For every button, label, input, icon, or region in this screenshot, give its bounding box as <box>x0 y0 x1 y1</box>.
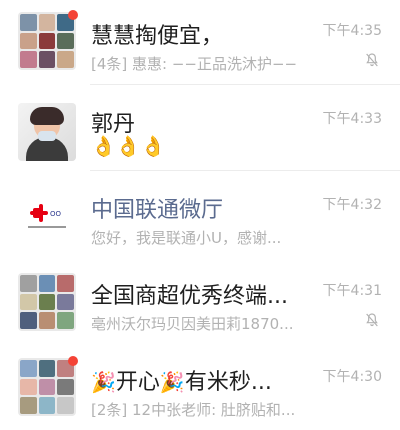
chat-preview: [2条] 12中张老师: 肚脐贴和... <box>91 401 296 419</box>
chat-preview: 您好，我是联通小U，感谢... <box>91 229 282 247</box>
row-divider <box>90 84 400 85</box>
chat-time: 下午4:31 <box>322 283 382 299</box>
chat-title: 🎉开心🎉有米秒... <box>91 364 272 396</box>
group-avatar <box>18 273 76 331</box>
china-unicom-logo: OO <box>18 186 76 244</box>
person-avatar <box>18 103 76 161</box>
chat-preview: [4条] 惠惠: −−正品洗沐护−− <box>91 55 298 73</box>
chat-title: 慧慧掏便宜， <box>91 24 224 49</box>
bell-slash-icon <box>366 53 378 67</box>
chat-list: 慧慧掏便宜， [4条] 惠惠: −−正品洗沐护−− 下午4:35 郭丹 👌👌👌 … <box>0 0 400 430</box>
group-avatar <box>18 12 76 70</box>
chat-time: 下午4:35 <box>322 23 382 39</box>
unread-dot <box>68 10 78 20</box>
row-divider <box>90 170 400 171</box>
chat-time: 下午4:30 <box>322 369 382 385</box>
chat-title: 全国商超优秀终端... <box>91 284 288 309</box>
chat-preview: 亳州沃尔玛贝因美田莉1870... <box>91 315 294 333</box>
group-avatar <box>18 358 76 416</box>
chat-row[interactable]: 🎉开心🎉有米秒... [2条] 12中张老师: 肚脐贴和... 下午4:30 <box>0 344 400 430</box>
chat-row[interactable]: 全国商超优秀终端... 亳州沃尔玛贝因美田莉1870... 下午4:31 <box>0 258 400 344</box>
chat-row[interactable]: 慧慧掏便宜， [4条] 惠惠: −−正品洗沐护−− 下午4:35 <box>0 0 400 84</box>
unread-dot <box>68 356 78 366</box>
chat-row[interactable]: OO 中国联通微厅 您好，我是联通小U，感谢... 下午4:32 <box>0 172 400 258</box>
chat-row[interactable]: 郭丹 👌👌👌 下午4:33 <box>0 86 400 172</box>
party-popper-icon: 🎉 <box>91 370 116 394</box>
chat-preview: 👌👌👌 <box>91 134 166 158</box>
party-popper-icon: 🎉 <box>159 370 185 394</box>
svg-text:OO: OO <box>50 210 62 218</box>
bell-slash-icon <box>366 313 378 327</box>
chat-time: 下午4:32 <box>322 197 382 213</box>
chat-time: 下午4:33 <box>322 111 382 127</box>
chat-title-text: 开心 <box>115 370 160 395</box>
chat-title-text: 有米秒... <box>184 370 272 395</box>
chat-title: 中国联通微厅 <box>91 198 224 223</box>
